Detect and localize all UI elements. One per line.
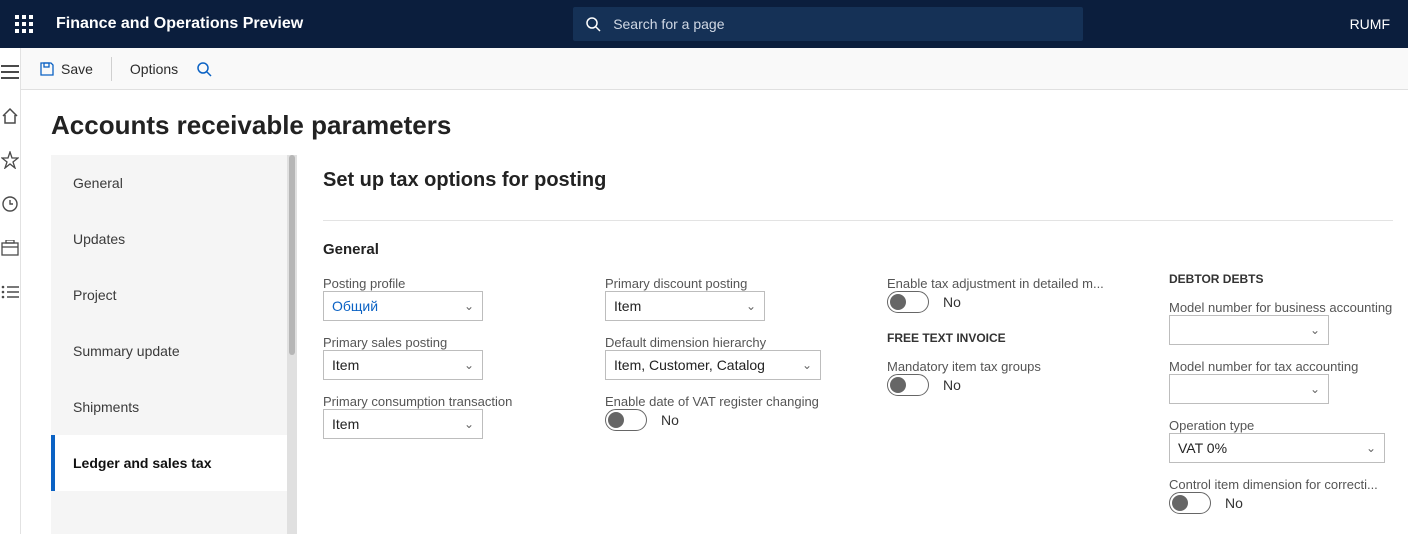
left-rail	[0, 48, 21, 534]
tab-label: Ledger and sales tax	[73, 455, 212, 471]
action-divider	[111, 57, 112, 81]
tab-project[interactable]: Project	[51, 267, 297, 323]
model-number-tax-select[interactable]: ⌄	[1169, 374, 1329, 404]
enable-vat-date-toggle[interactable]	[605, 409, 647, 431]
chevron-down-icon: ⌄	[1310, 323, 1320, 337]
save-label: Save	[61, 61, 93, 77]
enable-vat-date-label: Enable date of VAT register changing	[605, 394, 863, 409]
tab-summary-update[interactable]: Summary update	[51, 323, 297, 379]
enable-tax-adj-label: Enable tax adjustment in detailed m...	[887, 276, 1145, 291]
tab-label: Shipments	[73, 399, 139, 415]
tab-updates[interactable]: Updates	[51, 211, 297, 267]
operation-type-select[interactable]: VAT 0% ⌄	[1169, 433, 1385, 463]
default-dim-hierarchy-select[interactable]: Item, Customer, Catalog ⌄	[605, 350, 821, 380]
model-number-business-select[interactable]: ⌄	[1169, 315, 1329, 345]
section-title: Set up tax options for posting	[323, 169, 1393, 192]
chevron-down-icon: ⌄	[802, 358, 812, 372]
side-scrollbar[interactable]	[287, 155, 297, 534]
select-value: Item	[614, 298, 641, 314]
home-icon[interactable]	[0, 106, 20, 126]
action-search-button[interactable]	[186, 61, 222, 77]
posting-profile-select[interactable]: Общий ⌄	[323, 291, 483, 321]
form-column-3: Enable tax adjustment in detailed m... N…	[887, 276, 1145, 514]
enable-tax-adj-toggle[interactable]	[887, 291, 929, 313]
global-search[interactable]	[573, 7, 1083, 41]
star-icon[interactable]	[0, 150, 20, 170]
posting-profile-label: Posting profile	[323, 276, 581, 291]
primary-sales-posting-label: Primary sales posting	[323, 335, 581, 350]
action-bar: Save Options	[21, 48, 1408, 90]
control-item-dim-label: Control item dimension for correcti...	[1169, 477, 1393, 492]
company-label[interactable]: RUMF	[1332, 16, 1408, 32]
search-icon	[585, 16, 601, 32]
operation-type-label: Operation type	[1169, 418, 1393, 433]
section-divider	[323, 220, 1393, 221]
tab-label: Summary update	[73, 343, 180, 359]
chevron-down-icon: ⌄	[1310, 382, 1320, 396]
form-column-2: Primary discount posting Item ⌄ Default …	[605, 276, 863, 514]
chevron-down-icon: ⌄	[746, 299, 756, 313]
scrollbar-thumb[interactable]	[289, 155, 295, 355]
tab-ledger-sales-tax[interactable]: Ledger and sales tax	[51, 435, 297, 491]
tab-label: General	[73, 175, 123, 191]
chevron-down-icon: ⌄	[464, 299, 474, 313]
debtor-debts-heading: DEBTOR DEBTS	[1169, 272, 1393, 286]
select-value: Общий	[332, 298, 378, 314]
form-panel: Set up tax options for posting General P…	[297, 155, 1408, 534]
search-icon	[196, 61, 212, 77]
waffle-icon	[15, 15, 33, 33]
select-value: Item	[332, 416, 359, 432]
toggle-value-text: No	[943, 377, 961, 393]
form-column-1: Posting profile Общий ⌄ Primary sales po…	[323, 276, 581, 514]
app-title: Finance and Operations Preview	[56, 15, 303, 33]
save-icon	[39, 61, 55, 77]
primary-sales-posting-select[interactable]: Item ⌄	[323, 350, 483, 380]
options-label: Options	[130, 61, 178, 77]
chevron-down-icon: ⌄	[464, 358, 474, 372]
mandatory-item-tax-groups-toggle[interactable]	[887, 374, 929, 396]
mandatory-item-tax-groups-label: Mandatory item tax groups	[887, 359, 1145, 374]
tab-label: Project	[73, 287, 117, 303]
primary-consumption-select[interactable]: Item ⌄	[323, 409, 483, 439]
default-dim-hierarchy-label: Default dimension hierarchy	[605, 335, 863, 350]
select-value: Item, Customer, Catalog	[614, 357, 765, 373]
primary-discount-posting-label: Primary discount posting	[605, 276, 863, 291]
clock-icon[interactable]	[0, 194, 20, 214]
control-item-dim-toggle[interactable]	[1169, 492, 1211, 514]
group-title: General	[323, 241, 1393, 258]
global-search-input[interactable]	[611, 15, 1071, 33]
primary-consumption-label: Primary consumption transaction	[323, 394, 581, 409]
tab-label: Updates	[73, 231, 125, 247]
options-button[interactable]: Options	[122, 48, 186, 90]
save-button[interactable]: Save	[31, 48, 101, 90]
primary-discount-posting-select[interactable]: Item ⌄	[605, 291, 765, 321]
page-title: Accounts receivable parameters	[51, 110, 1408, 141]
free-text-invoice-heading: FREE TEXT INVOICE	[887, 331, 1145, 345]
chevron-down-icon: ⌄	[1366, 441, 1376, 455]
workspace-icon[interactable]	[0, 238, 20, 258]
toggle-value-text: No	[1225, 495, 1243, 511]
model-number-business-label: Model number for business accounting	[1169, 300, 1393, 315]
tab-shipments[interactable]: Shipments	[51, 379, 297, 435]
model-number-tax-label: Model number for tax accounting	[1169, 359, 1393, 374]
top-navbar: Finance and Operations Preview RUMF	[0, 0, 1408, 48]
chevron-down-icon: ⌄	[464, 417, 474, 431]
app-launcher-button[interactable]	[0, 0, 48, 48]
tab-general[interactable]: General	[51, 155, 297, 211]
select-value: Item	[332, 357, 359, 373]
select-value: VAT 0%	[1178, 440, 1227, 456]
list-icon[interactable]	[0, 282, 20, 302]
toggle-value-text: No	[661, 412, 679, 428]
vertical-tabs: General Updates Project Summary update S…	[51, 155, 297, 534]
form-column-4: DEBTOR DEBTS Model number for business a…	[1169, 276, 1393, 514]
hamburger-icon[interactable]	[0, 62, 20, 82]
toggle-value-text: No	[943, 294, 961, 310]
